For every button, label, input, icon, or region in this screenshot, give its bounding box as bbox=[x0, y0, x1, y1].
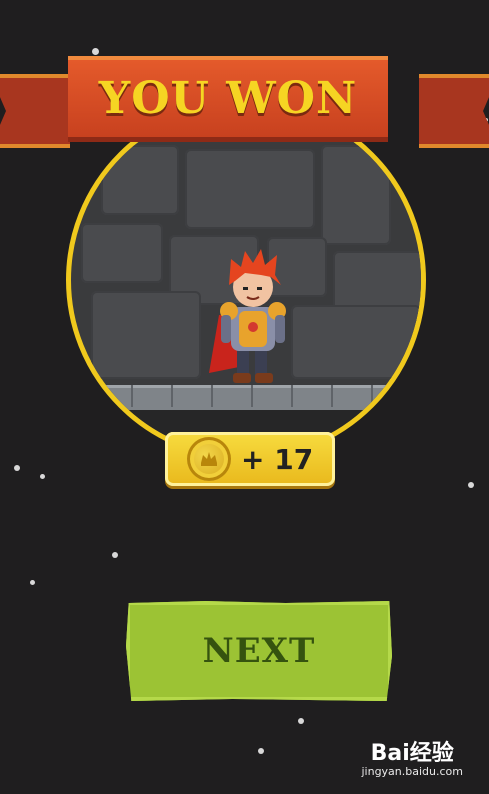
banner-title: YOU WON bbox=[98, 73, 358, 124]
sparkle bbox=[468, 482, 474, 488]
sparkle bbox=[298, 718, 304, 724]
sparkle bbox=[30, 580, 35, 585]
coin-reward-badge: + 17 bbox=[165, 432, 335, 486]
banner-tail-right bbox=[419, 74, 489, 148]
sparkle bbox=[14, 465, 20, 471]
next-button[interactable]: NEXT bbox=[126, 601, 392, 701]
watermark: Bai经验 jingyan.baidu.com bbox=[361, 741, 463, 779]
sparkle bbox=[112, 552, 118, 558]
sparkle bbox=[40, 474, 45, 479]
watermark-url: jingyan.baidu.com bbox=[361, 765, 463, 778]
sparkle bbox=[92, 48, 99, 55]
victory-banner: YOU WON bbox=[68, 56, 388, 142]
banner-tail-left bbox=[0, 74, 70, 148]
watermark-logo: Bai经验 bbox=[370, 741, 454, 766]
hero-character bbox=[209, 249, 286, 383]
sparkle bbox=[258, 748, 264, 754]
next-button-label: NEXT bbox=[202, 631, 316, 671]
coin-icon bbox=[187, 437, 231, 481]
reward-amount: + 17 bbox=[241, 442, 314, 476]
victory-portrait bbox=[66, 100, 426, 460]
